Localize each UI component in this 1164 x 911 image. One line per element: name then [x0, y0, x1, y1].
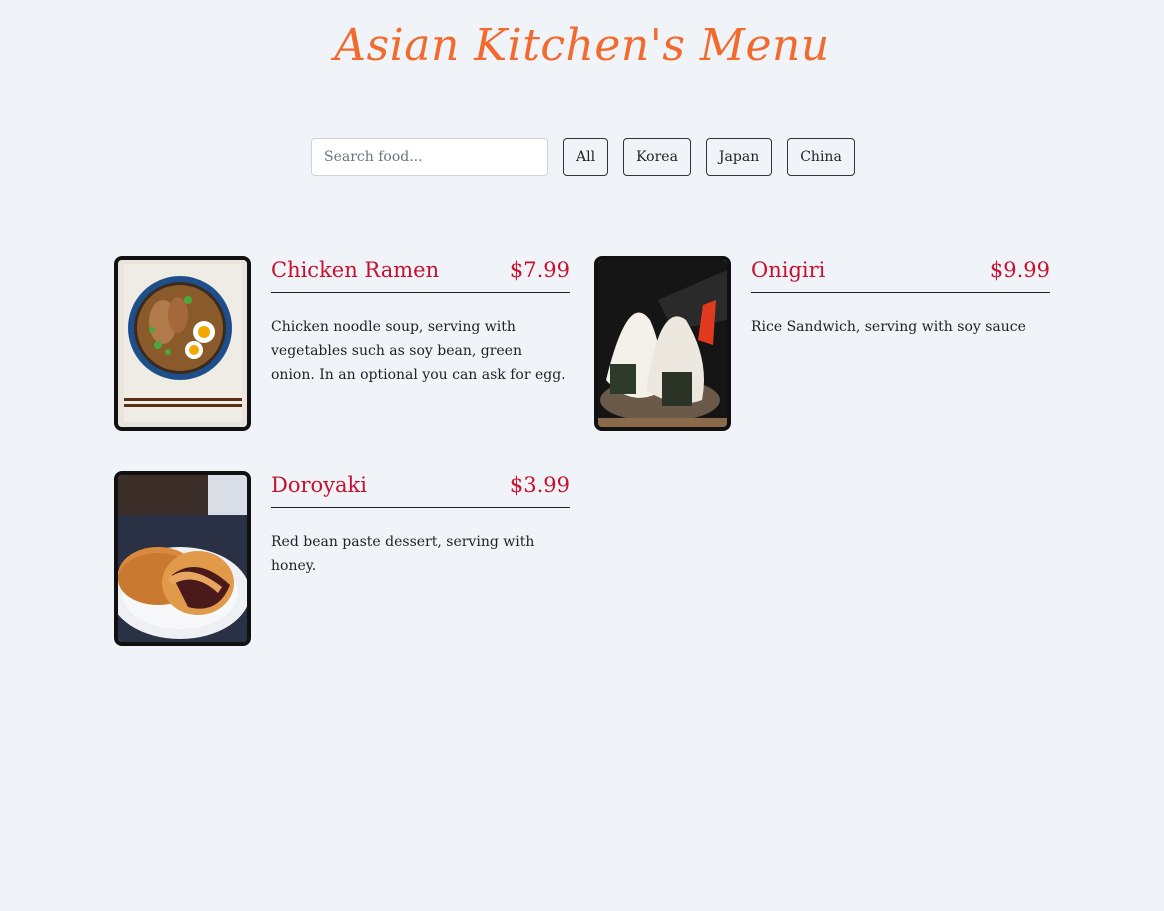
search-input[interactable]: [311, 138, 548, 176]
menu-item: Chicken Ramen $7.99 Chicken noodle soup,…: [114, 256, 570, 431]
item-description: Chicken noodle soup, serving with vegeta…: [271, 319, 566, 383]
item-name: Doroyaki: [271, 473, 367, 497]
dorayaki-photo: [114, 471, 251, 646]
item-info: Doroyaki $3.99 Red bean paste dessert, s…: [271, 471, 570, 578]
ramen-photo: [114, 256, 251, 431]
item-price: $7.99: [509, 258, 570, 282]
menu-item: Doroyaki $3.99 Red bean paste dessert, s…: [114, 471, 570, 646]
item-price: $3.99: [509, 473, 570, 497]
item-header: Chicken Ramen $7.99: [271, 256, 570, 293]
item-info: Onigiri $9.99 Rice Sandwich, serving wit…: [751, 256, 1050, 339]
item-description: Rice Sandwich, serving with soy sauce: [751, 319, 1026, 335]
item-description: Red bean paste dessert, serving with hon…: [271, 534, 535, 574]
filter-japan-button[interactable]: Japan: [705, 138, 773, 176]
filter-korea-button[interactable]: Korea: [623, 138, 691, 176]
item-header: Doroyaki $3.99: [271, 471, 570, 508]
item-header: Onigiri $9.99: [751, 256, 1050, 293]
filter-toolbar: All Korea Japan China: [311, 138, 855, 176]
item-price: $9.99: [989, 258, 1050, 282]
page-title: Asian Kitchen's Menu: [334, 20, 830, 71]
item-name: Onigiri: [751, 258, 826, 282]
item-name: Chicken Ramen: [271, 258, 440, 282]
item-info: Chicken Ramen $7.99 Chicken noodle soup,…: [271, 256, 570, 387]
filter-all-button[interactable]: All: [563, 138, 609, 176]
filter-china-button[interactable]: China: [787, 138, 855, 176]
menu-item: Onigiri $9.99 Rice Sandwich, serving wit…: [594, 256, 1050, 431]
onigiri-photo: [594, 256, 731, 431]
